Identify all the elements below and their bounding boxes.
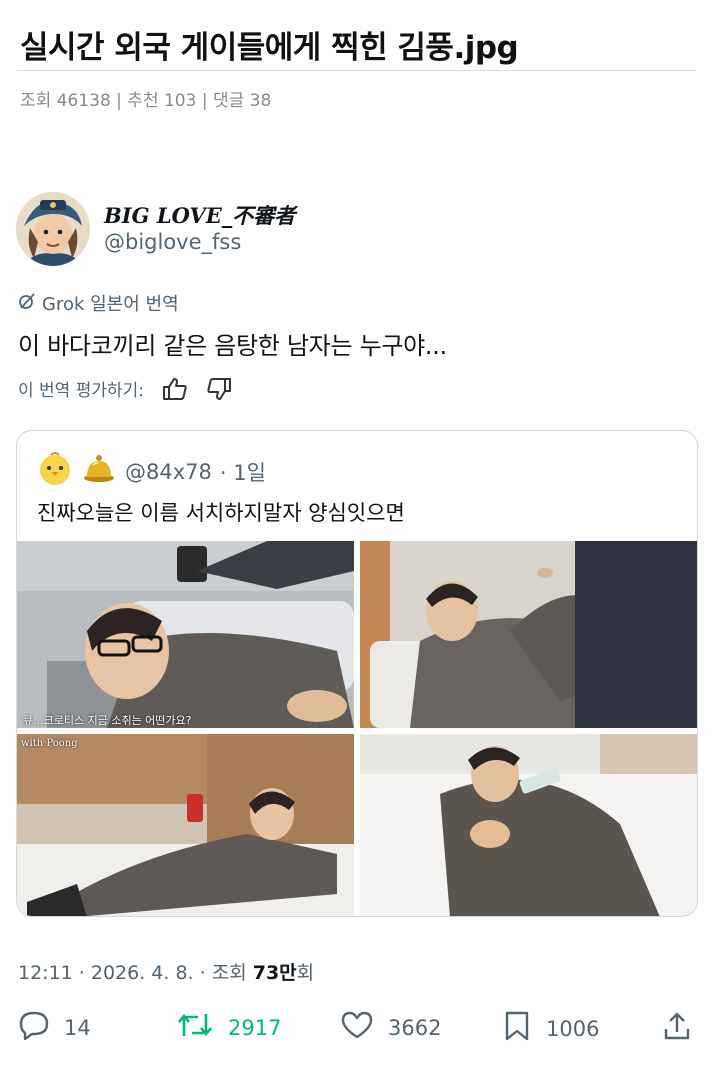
- quote-media-grid[interactable]: 큐...크로티스 지금 소취는 어떤가요? with Poong: [17, 541, 697, 916]
- media-1-caption: 큐...크로티스 지금 소취는 어떤가요?: [23, 714, 192, 727]
- reply-button[interactable]: 14: [18, 1010, 91, 1045]
- share-icon: [662, 1010, 692, 1047]
- heart-icon: [340, 1010, 374, 1045]
- grok-label-text: Grok 일본어 번역: [42, 294, 179, 315]
- thumbs-down-icon[interactable]: [206, 377, 232, 401]
- media-image-2[interactable]: [360, 541, 697, 728]
- retweet-icon: [176, 1010, 214, 1045]
- chick-emoji-icon: [37, 451, 73, 492]
- media-image-4[interactable]: [360, 734, 697, 916]
- avatar-illustration: [16, 192, 90, 266]
- tweet-action-bar: 14 2917 3662 1006: [16, 1010, 698, 1050]
- timestamp-text: 12:11 · 2026. 4. 8. · 조회: [18, 962, 253, 984]
- tweet-timestamp[interactable]: 12:11 · 2026. 4. 8. · 조회 73만회: [18, 958, 314, 985]
- media-image-1[interactable]: 큐...크로티스 지금 소취는 어떤가요?: [17, 541, 354, 728]
- reply-count: 14: [64, 1015, 91, 1040]
- bookmark-button[interactable]: 1006: [502, 1010, 599, 1047]
- share-button[interactable]: [662, 1010, 692, 1047]
- grok-icon: [18, 292, 36, 315]
- bookmark-count: 1006: [546, 1016, 600, 1041]
- quote-time: · 1일: [219, 460, 266, 485]
- rate-translation-label: 이 번역 평가하기:: [18, 381, 145, 401]
- quote-header: @84x78 · 1일: [37, 451, 266, 492]
- like-count: 3662: [388, 1015, 442, 1040]
- bell-emoji-icon: [81, 451, 117, 492]
- quote-handle[interactable]: @84x78: [125, 460, 212, 484]
- display-name[interactable]: BIG LOVE_不審者: [104, 200, 295, 230]
- title-divider: [18, 70, 696, 71]
- tweet-text: 이 바다코끼리 같은 음탕한 남자는 누구야...: [18, 332, 447, 360]
- bookmark-icon: [502, 1010, 532, 1047]
- rate-translation-row: 이 번역 평가하기:: [18, 376, 232, 401]
- like-button[interactable]: 3662: [340, 1010, 441, 1045]
- user-handle[interactable]: @biglove_fss: [104, 230, 241, 254]
- thumbs-up-icon[interactable]: [162, 377, 188, 401]
- quoted-tweet-card[interactable]: @84x78 · 1일 진짜오늘은 이름 서치하지말자 양심잇으면 큐...크로…: [16, 430, 698, 917]
- media-image-3[interactable]: with Poong: [17, 734, 354, 916]
- views-suffix: 회: [296, 962, 315, 984]
- grok-translation-label: Grok 일본어 번역: [18, 290, 179, 316]
- views-count: 73만: [252, 962, 297, 984]
- retweet-button[interactable]: 2917: [176, 1010, 281, 1045]
- post-title: 실시간 외국 게이들에게 찍힌 김풍.jpg: [20, 30, 519, 66]
- reply-icon: [18, 1010, 50, 1045]
- post-meta: 조회 46138 | 추천 103 | 댓글 38: [20, 91, 272, 111]
- retweet-count: 2917: [228, 1015, 282, 1040]
- avatar[interactable]: [16, 192, 90, 266]
- media-3-watermark: with Poong: [21, 738, 78, 749]
- quote-text: 진짜오늘은 이름 서치하지말자 양심잇으면: [37, 501, 405, 525]
